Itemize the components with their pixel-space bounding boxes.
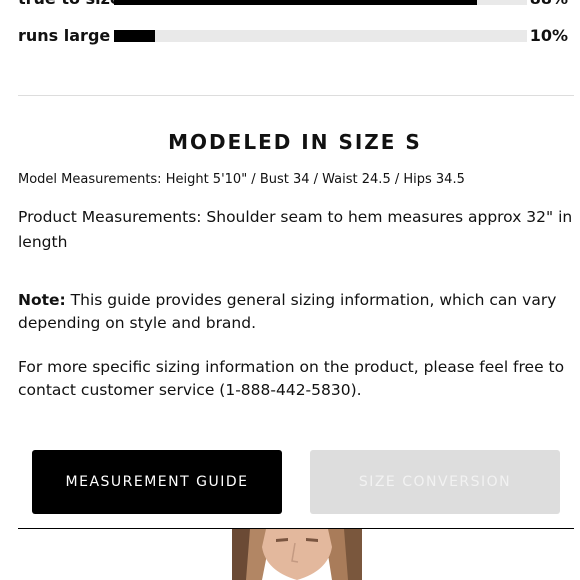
modeled-size-title: MODELED IN SIZE S [168,130,422,154]
model-photo [232,529,362,580]
model-measurements: Model Measurements: Height 5'10" / Bust … [18,172,465,187]
fit-label: runs large [18,26,111,45]
measurement-guide-button[interactable]: MEASUREMENT GUIDE [32,450,282,514]
fit-row-runs-large: runs large 10% [18,26,570,46]
note-label: Note: [18,291,66,309]
section-divider [18,95,574,96]
fit-bar-track [114,0,527,5]
fit-bar-fill [114,0,478,5]
size-conversion-button[interactable]: SIZE CONVERSION [310,450,560,514]
fit-percent: 88% [530,0,568,8]
sizing-note: Note: This guide provides general sizing… [18,289,576,335]
fit-percent: 10% [529,26,568,45]
fit-label: true to size [18,0,121,8]
product-measurements: Product Measurements: Shoulder seam to h… [18,208,573,251]
contact-info: For more specific sizing information on … [18,358,565,399]
fit-bar-track [114,30,527,42]
note-text: This guide provides general sizing infor… [18,291,557,332]
fit-row-true-to-size: true to size 88% [18,0,570,9]
fit-bar-fill [114,30,156,42]
